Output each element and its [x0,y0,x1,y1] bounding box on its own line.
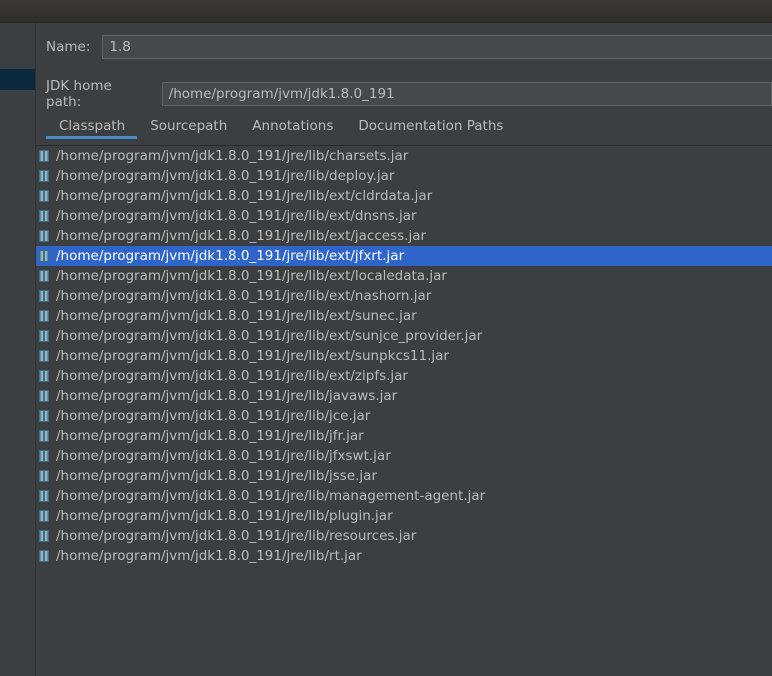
jar-archive-icon [39,550,49,562]
classpath-item-label: /home/program/jvm/jdk1.8.0_191/jre/lib/j… [56,408,371,424]
tab-documentation-paths[interactable]: Documentation Paths [345,115,515,139]
jar-archive-icon [39,210,49,222]
classpath-list-item[interactable]: /home/program/jvm/jdk1.8.0_191/jre/lib/j… [36,406,772,426]
sdk-list-panel [0,23,36,676]
name-row: Name: 1.8 [46,35,772,59]
jar-archive-icon [39,370,49,382]
classpath-item-label: /home/program/jvm/jdk1.8.0_191/jre/lib/r… [56,548,362,564]
sdk-settings-panel: Name: 1.8 JDK home path: /home/program/j… [36,23,772,676]
classpath-item-label: /home/program/jvm/jdk1.8.0_191/jre/lib/j… [56,428,364,444]
jdk-home-label: JDK home path: [46,78,112,110]
classpath-list-item[interactable]: /home/program/jvm/jdk1.8.0_191/jre/lib/c… [36,146,772,166]
jar-archive-icon [39,350,49,362]
jdk-home-path-input[interactable]: /home/program/jvm/jdk1.8.0_191 [161,82,772,106]
classpath-list-item[interactable]: /home/program/jvm/jdk1.8.0_191/jre/lib/e… [36,226,772,246]
name-label: Name: [46,39,91,55]
jar-archive-icon [39,310,49,322]
jar-archive-icon [39,450,49,462]
jdk-home-row: JDK home path: /home/program/jvm/jdk1.8.… [46,78,772,110]
classpath-list-item[interactable]: /home/program/jvm/jdk1.8.0_191/jre/lib/r… [36,526,772,546]
jar-archive-icon [39,170,49,182]
classpath-list-item[interactable]: /home/program/jvm/jdk1.8.0_191/jre/lib/j… [36,446,772,466]
jar-archive-icon [39,230,49,242]
classpath-item-label: /home/program/jvm/jdk1.8.0_191/jre/lib/e… [56,248,405,264]
classpath-list-item[interactable]: /home/program/jvm/jdk1.8.0_191/jre/lib/e… [36,286,772,306]
classpath-item-label: /home/program/jvm/jdk1.8.0_191/jre/lib/e… [56,288,432,304]
classpath-item-label: /home/program/jvm/jdk1.8.0_191/jre/lib/j… [56,448,391,464]
jar-archive-icon [39,150,49,162]
jar-archive-icon [39,510,49,522]
jar-archive-icon [39,410,49,422]
classpath-list-item[interactable]: /home/program/jvm/jdk1.8.0_191/jre/lib/e… [36,326,772,346]
classpath-item-label: /home/program/jvm/jdk1.8.0_191/jre/lib/e… [56,268,447,284]
classpath-item-label: /home/program/jvm/jdk1.8.0_191/jre/lib/r… [56,528,417,544]
jar-archive-icon [39,470,49,482]
classpath-list-item[interactable]: /home/program/jvm/jdk1.8.0_191/jre/lib/e… [36,366,772,386]
classpath-list-item[interactable]: /home/program/jvm/jdk1.8.0_191/jre/lib/j… [36,426,772,446]
classpath-item-label: /home/program/jvm/jdk1.8.0_191/jre/lib/e… [56,368,408,384]
classpath-item-label: /home/program/jvm/jdk1.8.0_191/jre/lib/d… [56,168,395,184]
jar-archive-icon [39,390,49,402]
classpath-list-item[interactable]: /home/program/jvm/jdk1.8.0_191/jre/lib/p… [36,506,772,526]
jar-archive-icon [39,290,49,302]
classpath-list-item[interactable]: /home/program/jvm/jdk1.8.0_191/jre/lib/e… [36,246,772,266]
classpath-item-label: /home/program/jvm/jdk1.8.0_191/jre/lib/e… [56,188,433,204]
jar-archive-icon [39,250,49,262]
tab-sourcepath[interactable]: Sourcepath [137,115,239,139]
jar-archive-icon [39,330,49,342]
classpath-item-label: /home/program/jvm/jdk1.8.0_191/jre/lib/e… [56,308,417,324]
classpath-list-item[interactable]: /home/program/jvm/jdk1.8.0_191/jre/lib/e… [36,186,772,206]
classpath-item-label: /home/program/jvm/jdk1.8.0_191/jre/lib/e… [56,208,417,224]
classpath-item-label: /home/program/jvm/jdk1.8.0_191/jre/lib/c… [56,148,409,164]
classpath-list-item[interactable]: /home/program/jvm/jdk1.8.0_191/jre/lib/m… [36,486,772,506]
tab-annotations[interactable]: Annotations [239,115,345,139]
classpath-item-label: /home/program/jvm/jdk1.8.0_191/jre/lib/e… [56,348,449,364]
jar-archive-icon [39,490,49,502]
jar-archive-icon [39,430,49,442]
classpath-list-item[interactable]: /home/program/jvm/jdk1.8.0_191/jre/lib/j… [36,386,772,406]
window-title-bar [0,0,772,23]
sdk-list-selected-item[interactable] [0,69,35,90]
jar-archive-icon [39,530,49,542]
classpath-list-item[interactable]: /home/program/jvm/jdk1.8.0_191/jre/lib/e… [36,306,772,326]
classpath-list-item[interactable]: /home/program/jvm/jdk1.8.0_191/jre/lib/e… [36,346,772,366]
classpath-item-label: /home/program/jvm/jdk1.8.0_191/jre/lib/e… [56,328,483,344]
name-input[interactable]: 1.8 [102,35,772,59]
classpath-item-label: /home/program/jvm/jdk1.8.0_191/jre/lib/m… [56,488,486,504]
classpath-list-item[interactable]: /home/program/jvm/jdk1.8.0_191/jre/lib/r… [36,546,772,566]
classpath-list-item[interactable]: /home/program/jvm/jdk1.8.0_191/jre/lib/e… [36,206,772,226]
classpath-list-item[interactable]: /home/program/jvm/jdk1.8.0_191/jre/lib/e… [36,266,772,286]
sdk-tabs: Classpath Sourcepath Annotations Documen… [46,115,515,139]
jar-archive-icon [39,190,49,202]
classpath-item-label: /home/program/jvm/jdk1.8.0_191/jre/lib/p… [56,508,393,524]
classpath-item-label: /home/program/jvm/jdk1.8.0_191/jre/lib/j… [56,468,378,484]
classpath-list-item[interactable]: /home/program/jvm/jdk1.8.0_191/jre/lib/d… [36,166,772,186]
jar-archive-icon [39,270,49,282]
classpath-item-label: /home/program/jvm/jdk1.8.0_191/jre/lib/j… [56,388,398,404]
classpath-list[interactable]: /home/program/jvm/jdk1.8.0_191/jre/lib/c… [36,145,772,676]
tab-classpath[interactable]: Classpath [46,115,138,139]
classpath-list-item[interactable]: /home/program/jvm/jdk1.8.0_191/jre/lib/j… [36,466,772,486]
classpath-item-label: /home/program/jvm/jdk1.8.0_191/jre/lib/e… [56,228,427,244]
